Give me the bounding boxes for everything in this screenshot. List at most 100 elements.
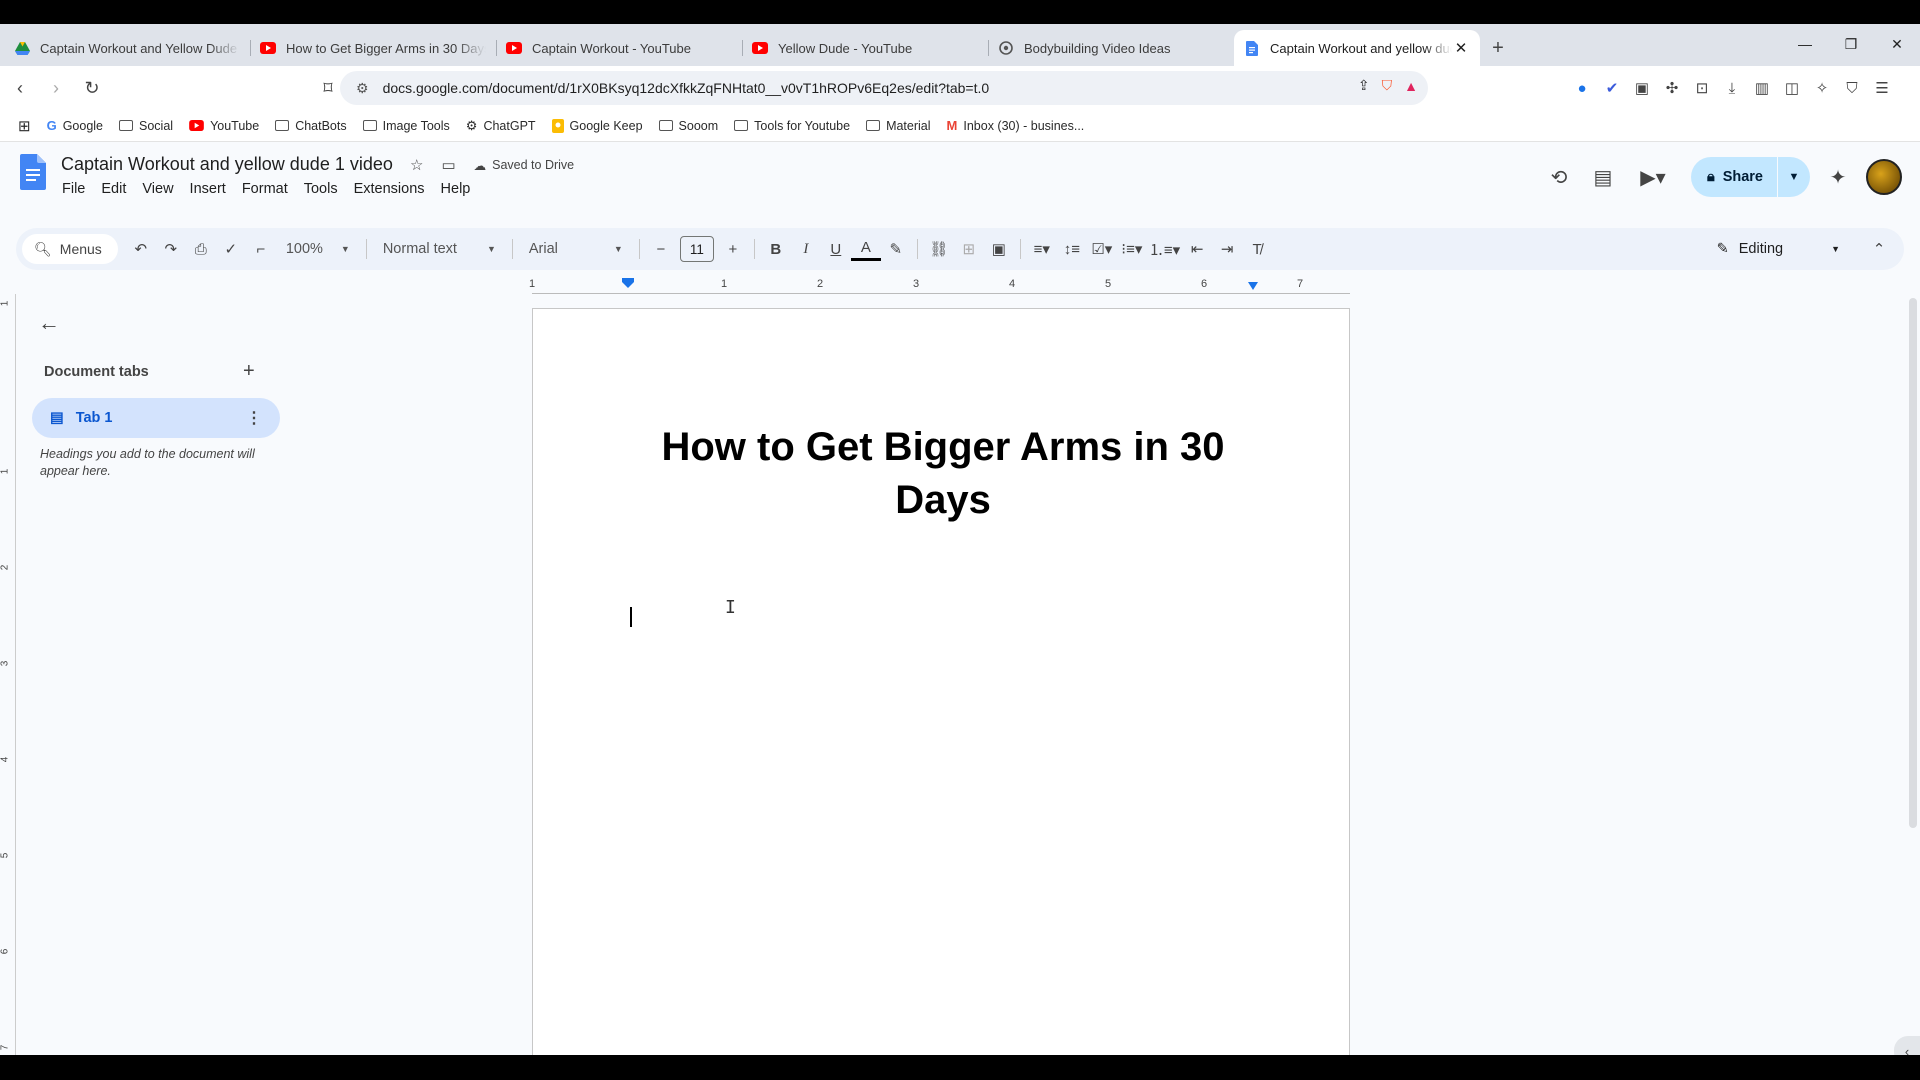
comments-icon[interactable]: ▤ (1581, 155, 1625, 199)
increase-indent-icon[interactable]: ⇥ (1212, 234, 1242, 264)
extension-check-icon[interactable]: ✔ (1600, 72, 1624, 104)
menu-insert[interactable]: Insert (182, 178, 234, 200)
star-icon[interactable]: ☆ (410, 156, 423, 174)
share-dropdown-icon[interactable]: ▼ (1778, 171, 1810, 183)
left-indent-marker-icon[interactable] (622, 278, 634, 288)
spellcheck-icon[interactable]: ✓ (216, 234, 246, 264)
bookmark-image-tools[interactable]: Image Tools (355, 113, 458, 139)
forward-icon[interactable]: › (40, 72, 72, 104)
paint-format-icon[interactable]: ⌐ (246, 234, 276, 264)
right-indent-marker-icon[interactable] (1248, 282, 1258, 290)
align-icon[interactable]: ≡▾ (1027, 234, 1057, 264)
close-tab-icon[interactable]: ✕ (1452, 39, 1470, 57)
browser-tab[interactable]: Yellow Dude - YouTube (742, 30, 988, 66)
bookmark-tools-for-youtube[interactable]: Tools for Youtube (726, 113, 858, 139)
more-options-icon[interactable]: ⋮ (246, 408, 262, 428)
wallet-icon[interactable]: ◫ (1780, 72, 1804, 104)
vertical-ruler[interactable]: 1 1 2 3 4 5 6 7 (0, 294, 16, 1055)
font-size-input[interactable]: 11 (679, 236, 714, 262)
italic-icon[interactable]: I (791, 234, 821, 264)
extension-image-icon[interactable]: ▣ (1630, 72, 1654, 104)
hide-menus-icon[interactable]: ⌃ (1864, 234, 1894, 264)
expand-side-panel-icon[interactable]: ‹ (1894, 1036, 1920, 1055)
share-page-icon[interactable]: ⇪ (1358, 77, 1370, 94)
bookmark-social[interactable]: Social (111, 113, 181, 139)
bookmark-material[interactable]: Material (858, 113, 938, 139)
brave-rewards-icon[interactable]: ▲ (1404, 78, 1418, 94)
move-folder-icon[interactable]: ▭ (441, 156, 455, 174)
menu-extensions[interactable]: Extensions (346, 178, 433, 200)
restore-icon[interactable]: ❐ (1828, 24, 1874, 64)
bold-icon[interactable]: B (761, 234, 791, 264)
menu-format[interactable]: Format (234, 178, 296, 200)
document-tab-item[interactable]: ▤ Tab 1 ⋮ (32, 398, 280, 438)
menu-view[interactable]: View (134, 178, 181, 200)
underline-icon[interactable]: U (821, 234, 851, 264)
minimize-icon[interactable]: — (1782, 24, 1828, 64)
zoom-select[interactable]: 100% ▼ (276, 241, 360, 257)
menu-icon[interactable]: ☰ (1870, 72, 1894, 104)
add-tab-icon[interactable]: + (243, 360, 255, 383)
clear-formatting-icon[interactable]: T̸ (1242, 234, 1272, 264)
menu-tools[interactable]: Tools (296, 178, 346, 200)
sidebar-toggle-icon[interactable]: ▥ (1750, 72, 1774, 104)
close-window-icon[interactable]: ✕ (1874, 24, 1920, 64)
browser-tab-active[interactable]: Captain Workout and yellow dude 1 video … (1234, 30, 1480, 66)
increase-font-size-icon[interactable]: + (718, 234, 748, 264)
version-history-icon[interactable]: ⟲ (1537, 155, 1581, 199)
meet-icon[interactable]: ▶▾ (1625, 155, 1681, 199)
leo-ai-icon[interactable]: ✧ (1810, 72, 1834, 104)
style-select[interactable]: Normal text ▼ (373, 241, 506, 257)
brave-shields-icon[interactable]: ⛉ (1382, 77, 1393, 94)
line-spacing-icon[interactable]: ↕≡ (1057, 234, 1087, 264)
gemini-icon[interactable]: ✦ (1816, 155, 1860, 199)
menu-edit[interactable]: Edit (93, 178, 134, 200)
menu-file[interactable]: File (54, 178, 93, 200)
site-info-icon[interactable]: ⚙ (356, 80, 369, 97)
highlight-icon[interactable]: ✎ (881, 234, 911, 264)
scrollbar-thumb[interactable] (1909, 298, 1917, 828)
insert-link-icon[interactable]: ⛓ (924, 234, 954, 264)
redo-icon[interactable]: ↷ (156, 234, 186, 264)
bookmark-google-keep[interactable]: Google Keep (544, 113, 651, 139)
bookmark-chatgpt[interactable]: ⚙ ChatGPT (458, 113, 544, 139)
new-tab-button[interactable]: + (1480, 30, 1516, 66)
reload-icon[interactable]: ↻ (76, 72, 108, 104)
address-bar[interactable]: ⚙ docs.google.com/document/d/1rX0BKsyq12… (340, 71, 1428, 105)
menu-help[interactable]: Help (433, 178, 479, 200)
document-heading[interactable]: How to Get Bigger Arms in 30 Days (623, 421, 1263, 527)
text-color-icon[interactable]: A (850, 237, 881, 261)
download-icon[interactable]: ⤓ (1720, 72, 1744, 104)
editing-mode-select[interactable]: ✎ Editing ▼ (1707, 234, 1850, 264)
vpn-icon[interactable]: ⛉ (1840, 72, 1864, 104)
checklist-icon[interactable]: ☑▾ (1087, 234, 1117, 264)
close-outline-arrow-icon[interactable]: ← (38, 310, 60, 336)
browser-tab[interactable]: Captain Workout and Yellow Dude Cl (4, 30, 250, 66)
print-icon[interactable]: ⎙ (186, 234, 216, 264)
bookmark-sooom[interactable]: Sooom (651, 113, 727, 139)
numbered-list-icon[interactable]: ⒈≡▾ (1147, 234, 1182, 264)
back-icon[interactable]: ‹ (4, 72, 36, 104)
bookmark-google[interactable]: G Google (39, 113, 111, 139)
decrease-font-size-icon[interactable]: − (646, 234, 676, 264)
document-page[interactable]: How to Get Bigger Arms in 30 Days I (532, 308, 1350, 1055)
avatar[interactable] (1866, 159, 1902, 195)
extension-box-icon[interactable]: ⊡ (1690, 72, 1714, 104)
insert-image-icon[interactable]: ▣ (984, 234, 1014, 264)
bookmark-youtube[interactable]: YouTube (181, 113, 267, 139)
browser-tab[interactable]: Bodybuilding Video Ideas (988, 30, 1234, 66)
extension-icon[interactable]: ● (1570, 72, 1594, 104)
google-docs-logo-icon[interactable] (20, 154, 46, 190)
decrease-indent-icon[interactable]: ⇤ (1182, 234, 1212, 264)
menus-search[interactable]: 🔍︎ Menus (22, 234, 118, 264)
document-title[interactable]: Captain Workout and yellow dude 1 video (61, 154, 393, 175)
browser-tab[interactable]: Captain Workout - YouTube (496, 30, 742, 66)
bookmark-chatbots[interactable]: ChatBots (267, 113, 354, 139)
save-status[interactable]: ☁ Saved to Drive (474, 158, 574, 173)
add-comment-icon[interactable]: ⊞ (954, 234, 984, 264)
scrollbar[interactable] (1906, 294, 1920, 1055)
font-select[interactable]: Arial ▼ (519, 241, 633, 257)
horizontal-ruler[interactable]: 1 1 2 3 4 5 6 7 (529, 278, 1350, 294)
apps-grid-icon[interactable]: ⊞ (10, 113, 39, 139)
share-button[interactable]: 🔒︎ Share ▼ (1690, 157, 1810, 197)
